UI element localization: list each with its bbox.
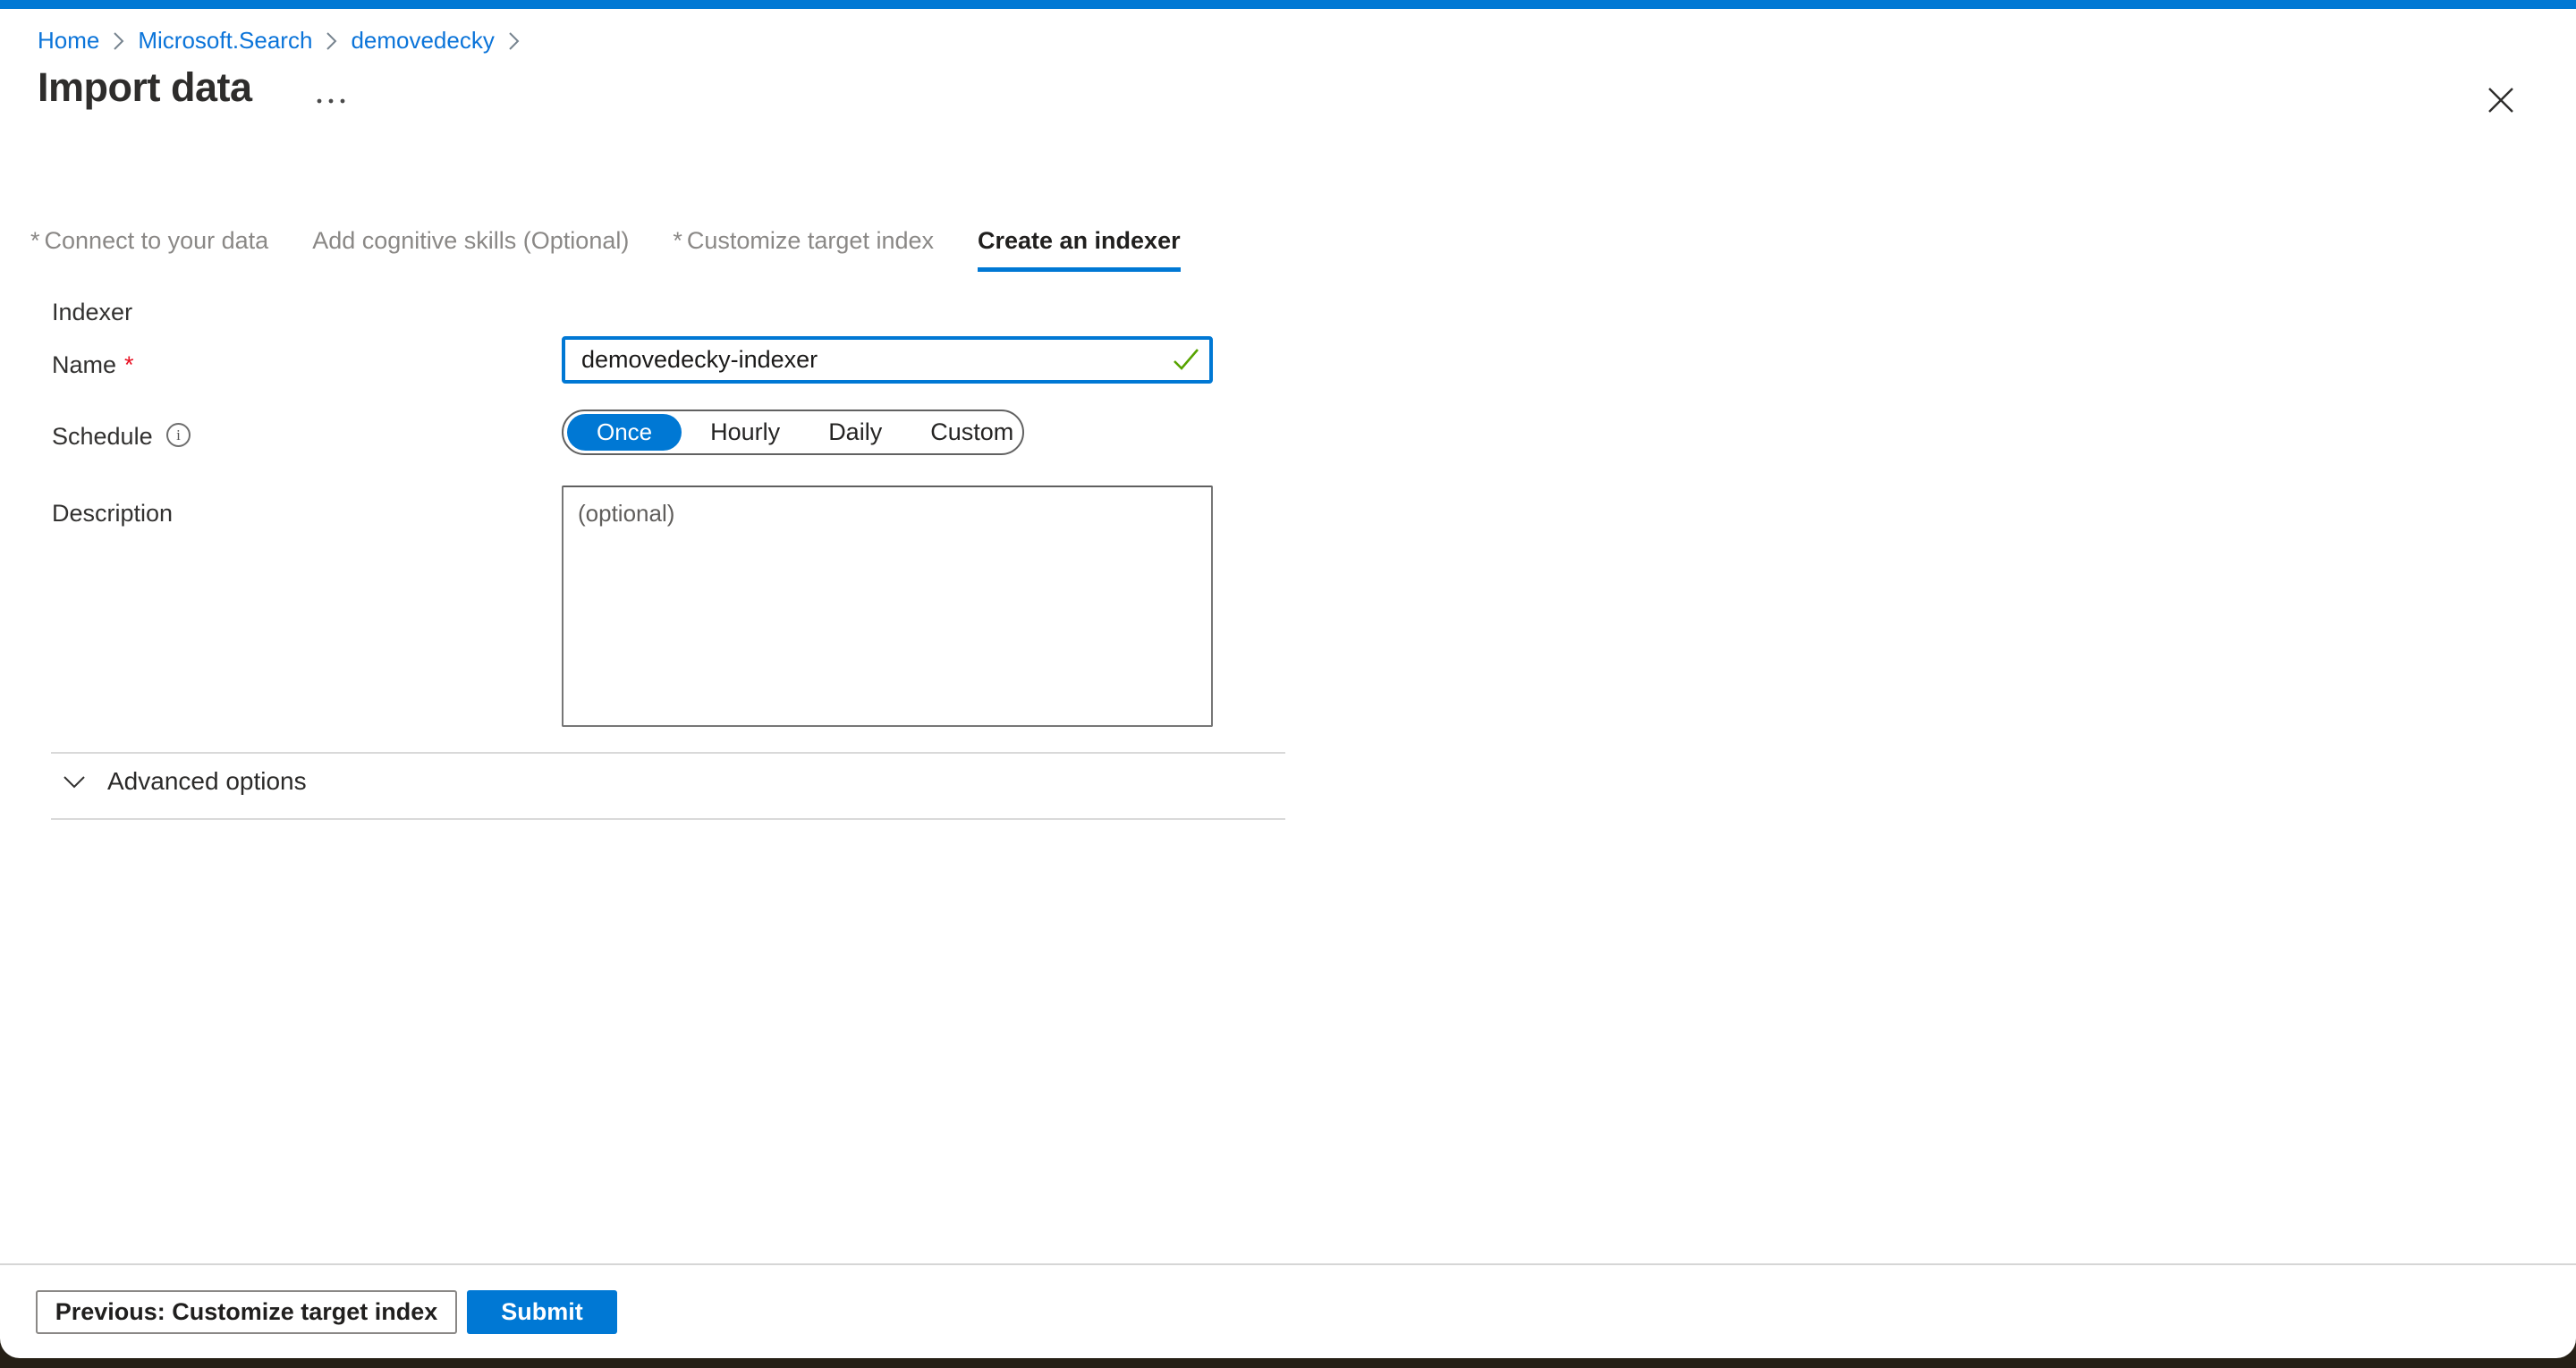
name-field-wrapper (562, 336, 1213, 384)
tab-customize-target-index[interactable]: *Customize target index (673, 227, 934, 272)
required-marker: * (673, 227, 682, 254)
advanced-options-toggle[interactable]: Advanced options (63, 767, 307, 796)
tab-label: Connect to your data (45, 227, 269, 254)
chevron-right-icon (508, 31, 520, 51)
page-title: Import data (38, 64, 252, 111)
divider (51, 818, 1285, 820)
indexer-name-input[interactable] (562, 336, 1213, 384)
required-marker: * (30, 227, 40, 254)
chevron-down-icon (63, 775, 86, 789)
description-label: Description (52, 500, 173, 528)
validation-check-icon (1172, 347, 1200, 376)
schedule-option-custom[interactable]: Custom (906, 418, 1038, 446)
info-icon[interactable]: i (166, 423, 191, 447)
schedule-segmented-control: Once Hourly Daily Custom (562, 410, 1024, 455)
tab-connect-to-your-data[interactable]: *Connect to your data (30, 227, 268, 272)
wizard-tabs: *Connect to your data Add cognitive skil… (30, 227, 1181, 272)
chevron-right-icon (326, 31, 337, 51)
description-textarea[interactable] (562, 486, 1213, 727)
chevron-right-icon (113, 31, 124, 51)
advanced-options-label: Advanced options (107, 767, 307, 796)
close-icon[interactable] (2478, 79, 2524, 122)
previous-step-button[interactable]: Previous: Customize target index (36, 1290, 457, 1334)
tab-add-cognitive-skills[interactable]: Add cognitive skills (Optional) (312, 227, 629, 272)
schedule-option-daily[interactable]: Daily (804, 418, 906, 446)
breadcrumb-link-service[interactable]: Microsoft.Search (138, 27, 312, 55)
tab-create-an-indexer[interactable]: Create an indexer (978, 227, 1181, 272)
required-asterisk: * (124, 351, 134, 379)
footer-divider (0, 1263, 2576, 1265)
tab-label: Create an indexer (978, 227, 1181, 254)
portal-top-accent-bar (0, 0, 2576, 9)
import-data-panel: Home Microsoft.Search demovedecky Import… (0, 0, 2576, 1358)
more-options-icon[interactable] (309, 86, 352, 116)
breadcrumb-link-resource[interactable]: demovedecky (351, 27, 494, 55)
submit-button[interactable]: Submit (467, 1290, 617, 1334)
divider (51, 752, 1285, 754)
indexer-section-heading: Indexer (52, 299, 132, 326)
tab-label: Customize target index (687, 227, 934, 254)
name-label: Name* (52, 351, 134, 379)
schedule-option-once[interactable]: Once (567, 414, 682, 451)
breadcrumb: Home Microsoft.Search demovedecky (38, 27, 520, 55)
tab-label: Add cognitive skills (Optional) (312, 227, 629, 254)
breadcrumb-link-home[interactable]: Home (38, 27, 99, 55)
schedule-option-hourly[interactable]: Hourly (686, 418, 804, 446)
schedule-label: Schedule (52, 423, 153, 451)
